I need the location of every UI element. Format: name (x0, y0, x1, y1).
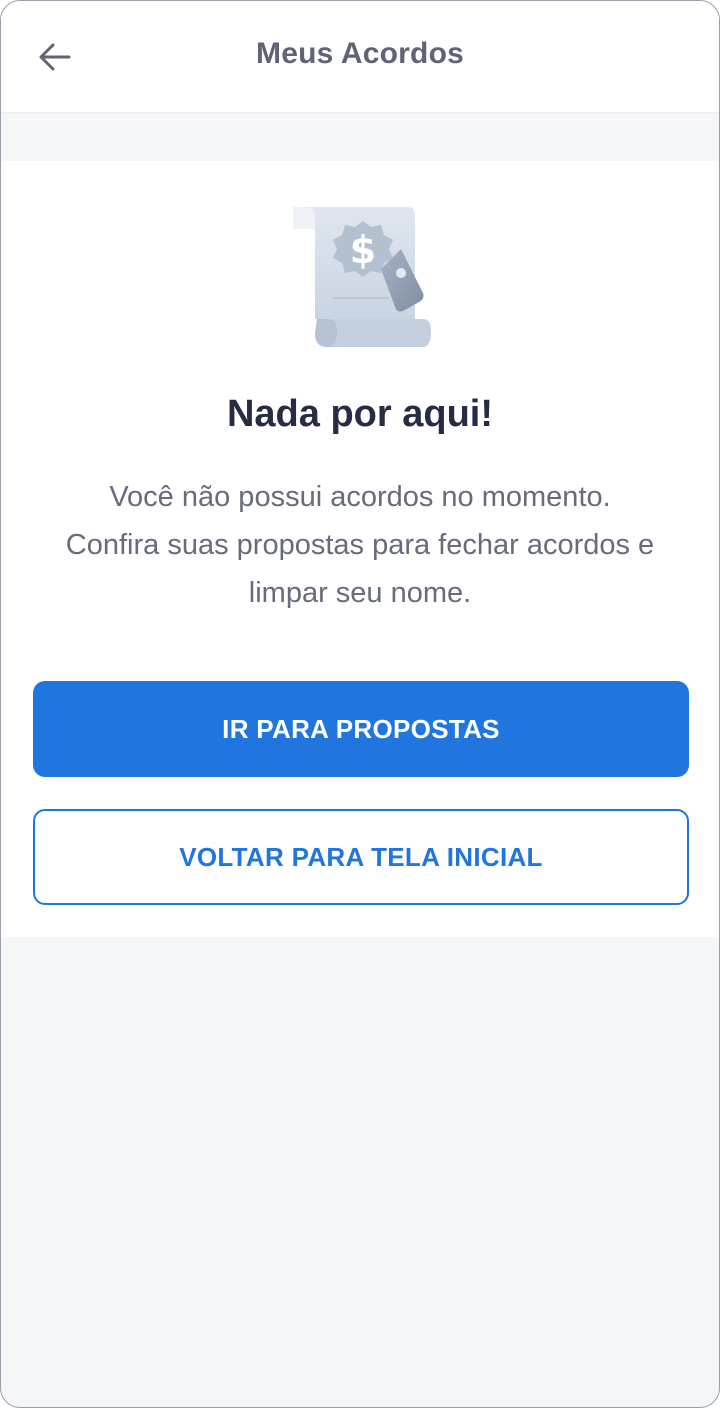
empty-state-card: $ Nada por aqui! Você não possui acordos… (1, 161, 719, 937)
go-to-proposals-button[interactable]: IR PARA PROPOSTAS (33, 681, 689, 777)
empty-state-message-line: Confira suas propostas para fechar acord… (65, 529, 655, 561)
page-title: Meus Acordos (256, 37, 464, 70)
empty-state-title: Nada por aqui! (226, 393, 494, 435)
empty-state-message: Você não possui acordos no momento. Conf… (21, 473, 699, 617)
empty-state-message-line: Você não possui acordos no momento. (109, 481, 611, 513)
app-screen: Meus Acordos $ Nada por aqui! Você não p… (0, 0, 720, 1408)
empty-state-message-line: limpar seu nome. (248, 577, 472, 609)
app-header: Meus Acordos (1, 1, 719, 112)
svg-text:$: $ (350, 228, 376, 272)
receipt-dollar-tag-icon: $ (293, 207, 431, 347)
back-to-home-button[interactable]: VOLTAR PARA TELA INICIAL (33, 809, 689, 905)
